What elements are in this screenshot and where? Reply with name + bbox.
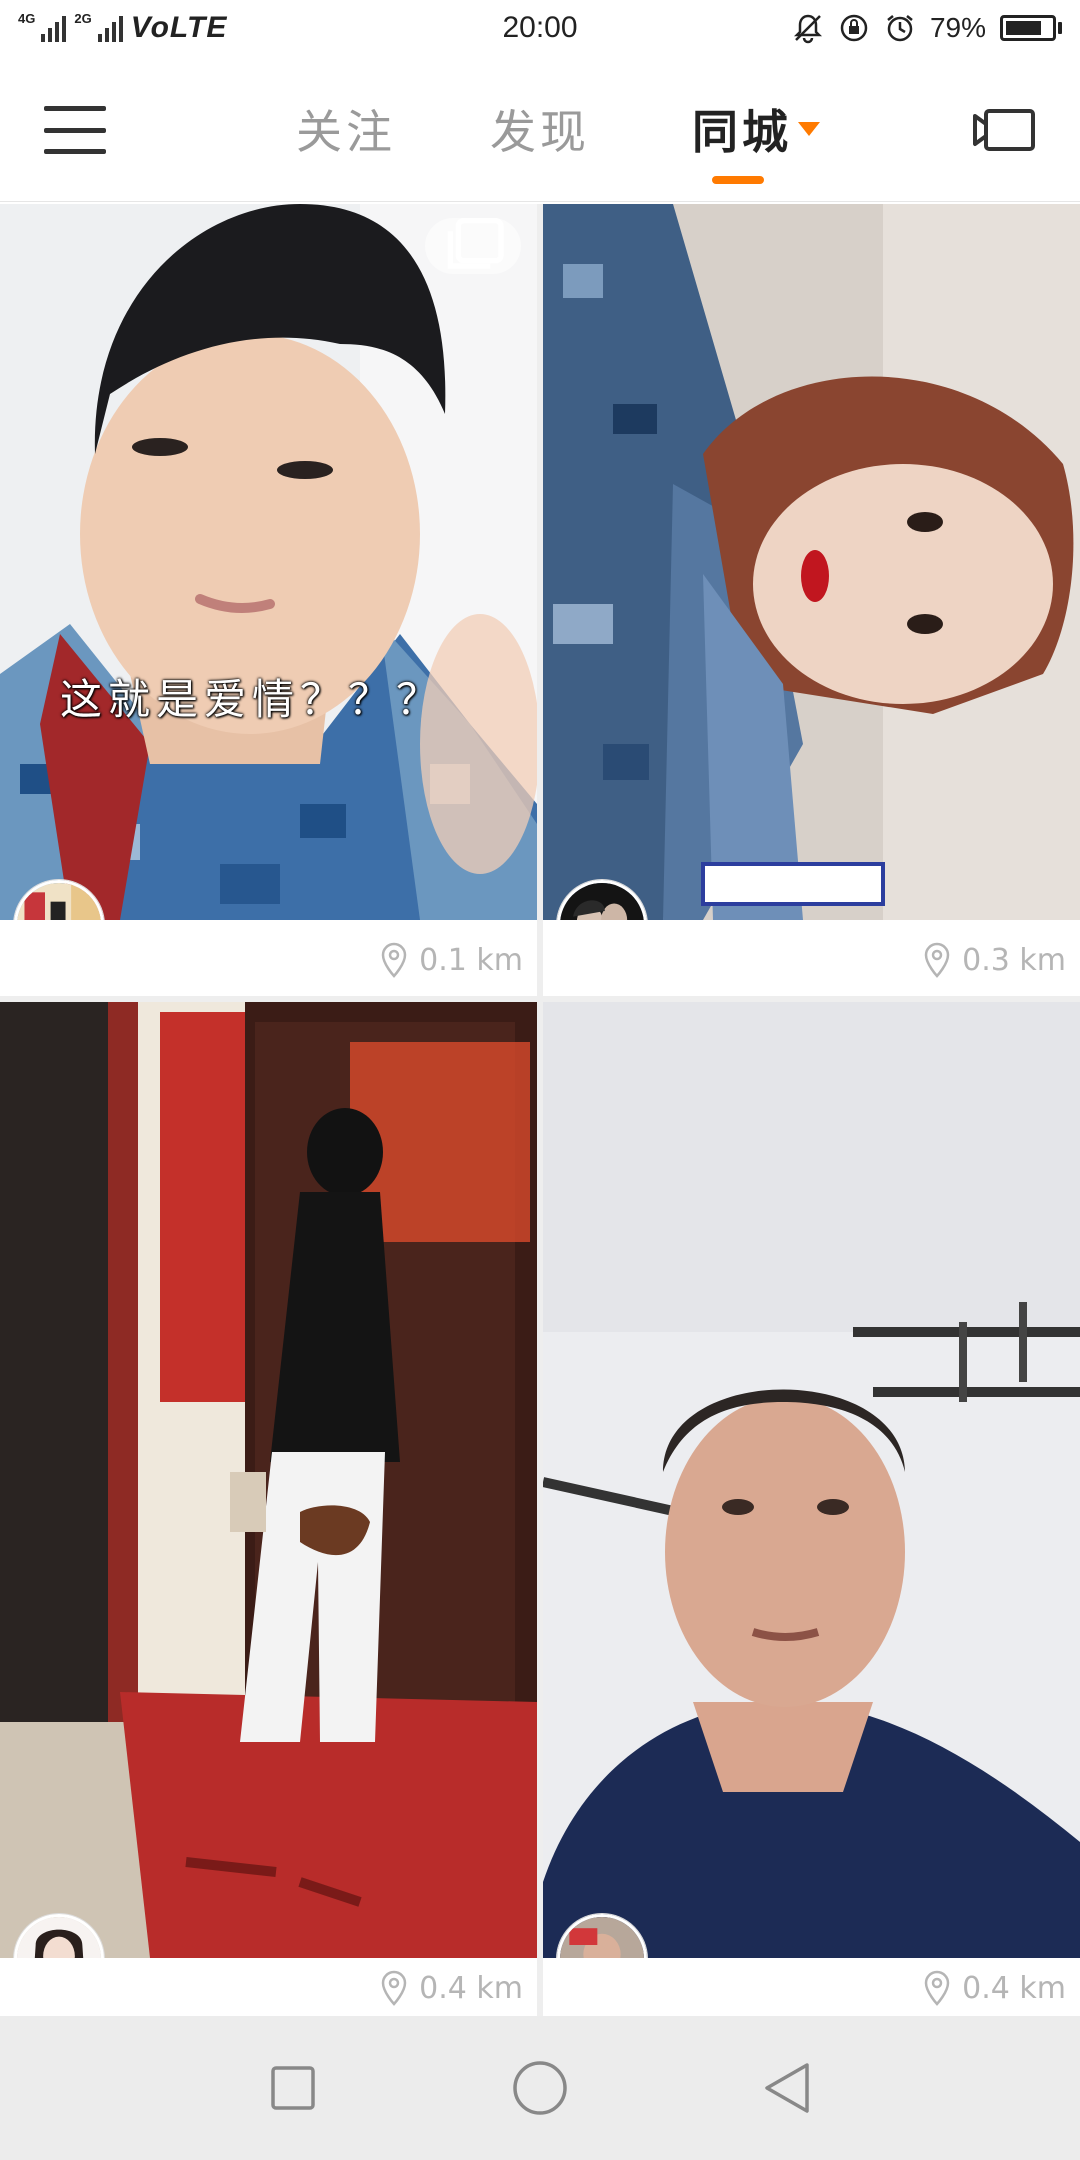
feed-card[interactable]: 这就是爱情？？？ 0.1 km <box>0 204 537 996</box>
multi-image-icon <box>447 218 504 269</box>
feed-card[interactable]: 0.3 km <box>543 204 1080 996</box>
signal-icon-2 <box>97 14 123 42</box>
location-pin-icon <box>924 1970 950 2006</box>
dropdown-arrow-icon[interactable] <box>798 122 820 136</box>
distance-info: 0.1 km <box>379 942 523 978</box>
video-thumbnail[interactable] <box>543 1002 1080 1958</box>
status-left: 4G 2G VoLTE <box>18 11 227 45</box>
distance-text: 0.1 km <box>419 942 523 978</box>
battery-percent: 79% <box>929 12 986 43</box>
distance-text: 0.4 km <box>419 1970 523 2006</box>
card-footer: 0.3 km <box>543 920 1080 996</box>
volte-label: VoLTE <box>130 11 228 44</box>
video-thumbnail[interactable]: 这就是爱情？？？ <box>0 204 537 920</box>
feed-card[interactable]: 0.4 km <box>0 1002 537 2016</box>
feed-grid: 这就是爱情？？？ 0.1 km 0.3 km 0.4 km 0.4 km <box>0 204 1080 2016</box>
distance-info: 0.3 km <box>922 942 1066 978</box>
rotation-lock-icon <box>840 14 868 42</box>
back-icon[interactable] <box>757 2058 817 2118</box>
network-tag-4g: 4G <box>18 10 36 26</box>
status-right: 79% <box>792 12 1062 44</box>
card-footer: 0.4 km <box>0 1958 537 2016</box>
tab-discover[interactable]: 发现 <box>490 96 590 162</box>
battery-fill <box>1006 21 1041 35</box>
top-nav: 关注 发现 同城 <box>0 56 1080 202</box>
alarm-icon <box>887 15 913 42</box>
location-pin-icon <box>381 1970 407 2006</box>
video-thumbnail[interactable] <box>543 204 1080 920</box>
video-thumbnail[interactable] <box>0 1002 537 1958</box>
signal-icon <box>41 14 67 42</box>
tab-follow[interactable]: 关注 <box>296 96 396 162</box>
home-icon[interactable] <box>510 2058 570 2118</box>
camera-icon[interactable] <box>972 108 1036 152</box>
feed-card[interactable]: 0.4 km <box>543 1002 1080 2016</box>
multi-image-badge <box>425 218 521 274</box>
tab-local[interactable]: 同城 <box>692 96 792 162</box>
menu-icon[interactable] <box>44 106 106 154</box>
system-navigation-bar <box>0 2016 1080 2160</box>
distance-info: 0.4 km <box>922 1970 1066 2006</box>
card-footer: 0.4 km <box>543 1958 1080 2016</box>
status-bar: 4G 2G VoLTE 20:00 79% <box>0 0 1080 56</box>
distance-text: 0.4 km <box>962 1970 1066 2006</box>
distance-info: 0.4 km <box>379 1970 523 2006</box>
network-tag-2g: 2G <box>74 10 92 26</box>
location-pin-icon <box>924 942 950 978</box>
battery-icon <box>1000 15 1062 41</box>
location-pin-icon <box>381 942 407 978</box>
card-footer: 0.1 km <box>0 920 537 996</box>
distance-text: 0.3 km <box>962 942 1066 978</box>
silent-icon <box>793 14 822 44</box>
video-caption: 这就是爱情？？？ <box>60 675 445 724</box>
recents-icon[interactable] <box>263 2058 323 2118</box>
active-tab-indicator <box>712 176 764 184</box>
